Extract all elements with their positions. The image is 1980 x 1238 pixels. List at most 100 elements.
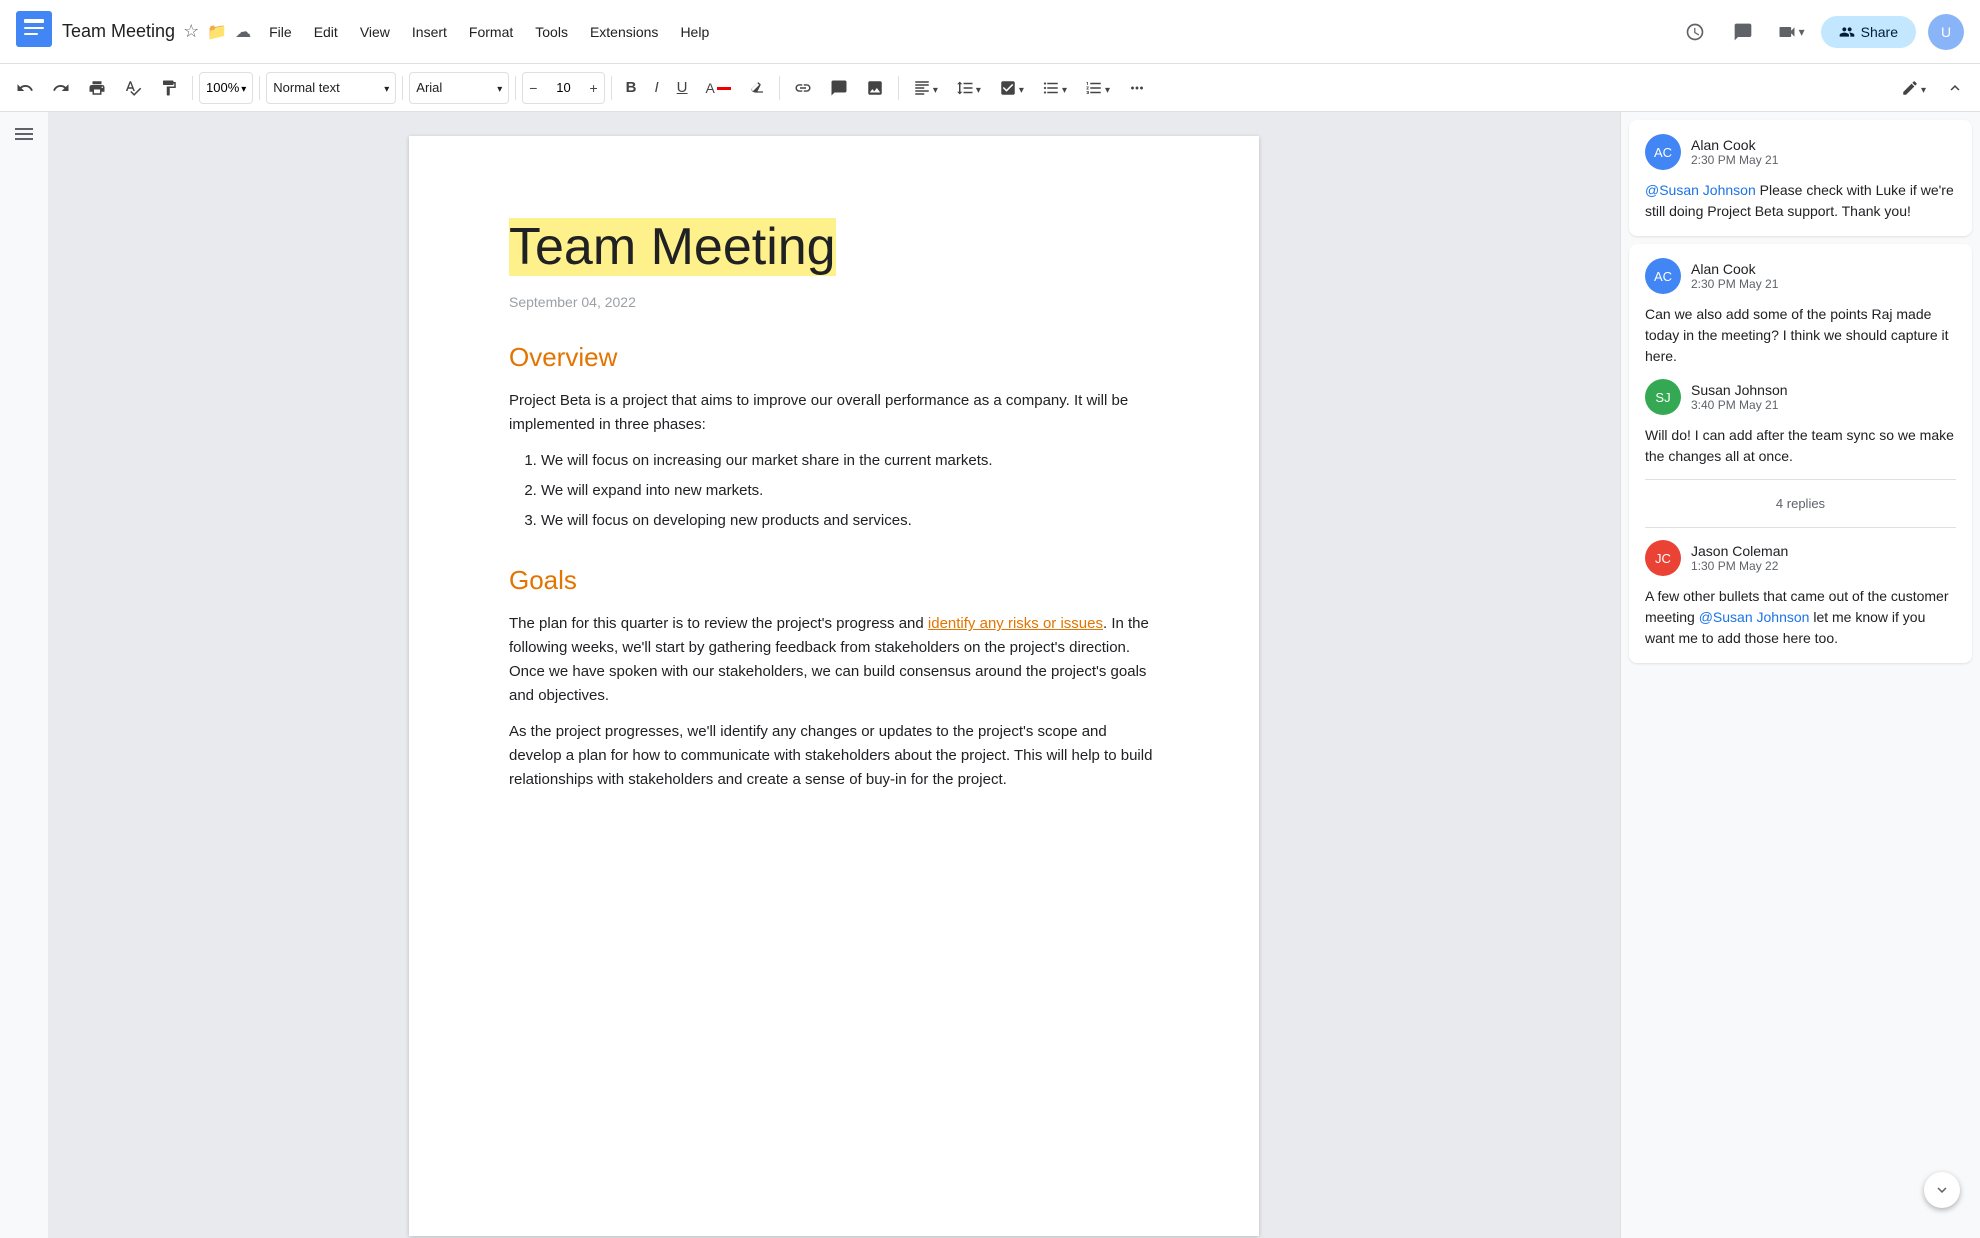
- font-size-area: − +: [522, 72, 604, 104]
- comment-1-body: @Susan Johnson Please check with Luke if…: [1645, 180, 1956, 222]
- document-heading: Team Meeting: [509, 216, 1159, 278]
- meet-icon[interactable]: ▾: [1773, 14, 1809, 50]
- goals-highlight-text: identify any risks or issues: [928, 615, 1103, 632]
- folder-icon[interactable]: 📁: [207, 22, 227, 42]
- numbered-list-button[interactable]: [1077, 72, 1118, 104]
- scroll-to-bottom-button[interactable]: [1924, 1172, 1960, 1208]
- paragraph-style-label: Normal text: [273, 80, 380, 95]
- print-button[interactable]: [80, 72, 114, 104]
- bullet-chevron: [1062, 80, 1067, 96]
- reply-jason-header: JC Jason Coleman 1:30 PM May 22: [1645, 540, 1956, 576]
- app-icon: [16, 11, 52, 52]
- comment-2-avatar: AC: [1645, 258, 1681, 294]
- paragraph-chevron: [384, 80, 389, 95]
- undo-button[interactable]: [8, 72, 42, 104]
- menu-bar: File Edit View Insert Format Tools Exten…: [259, 18, 719, 46]
- line-spacing-button[interactable]: [948, 72, 989, 104]
- menu-insert[interactable]: Insert: [402, 18, 457, 46]
- menu-help[interactable]: Help: [670, 18, 719, 46]
- toolbar: 100% Normal text Arial − + B I U A: [0, 64, 1980, 112]
- share-label: Share: [1861, 24, 1898, 40]
- hamburger-icon[interactable]: [11, 124, 37, 144]
- toolbar-divider-7: [898, 76, 899, 100]
- goals-heading: Goals: [509, 565, 1159, 596]
- text-color-button[interactable]: A: [698, 72, 739, 104]
- comment-divider: [1645, 479, 1956, 480]
- font-label: Arial: [416, 80, 493, 95]
- font-selector[interactable]: Arial: [409, 72, 509, 104]
- menu-tools[interactable]: Tools: [525, 18, 578, 46]
- checklist-chevron: [1019, 80, 1024, 96]
- reply-susan-author: Susan Johnson: [1691, 382, 1788, 398]
- reply-susan-avatar: SJ: [1645, 379, 1681, 415]
- reply-jason-avatar: JC: [1645, 540, 1681, 576]
- font-size-decrease-button[interactable]: −: [523, 72, 543, 104]
- edit-mode-button[interactable]: [1893, 72, 1934, 104]
- comment-divider-2: [1645, 527, 1956, 528]
- toolbar-divider-6: [779, 76, 780, 100]
- overview-body: Project Beta is a project that aims to i…: [509, 389, 1159, 533]
- history-icon[interactable]: [1677, 14, 1713, 50]
- comments-icon[interactable]: [1725, 14, 1761, 50]
- paragraph-style-selector[interactable]: Normal text: [266, 72, 396, 104]
- menu-file[interactable]: File: [259, 18, 302, 46]
- comments-panel: AC Alan Cook 2:30 PM May 21 @Susan Johns…: [1620, 112, 1980, 1238]
- font-size-input[interactable]: [545, 80, 581, 95]
- paint-format-button[interactable]: [152, 72, 186, 104]
- share-button[interactable]: Share: [1821, 16, 1916, 48]
- replies-count[interactable]: 4 replies: [1645, 492, 1956, 515]
- document-date: September 04, 2022: [509, 294, 1159, 310]
- hide-toolbar-button[interactable]: [1938, 72, 1972, 104]
- highlight-color-button[interactable]: [741, 72, 773, 104]
- link-button[interactable]: [786, 72, 820, 104]
- add-comment-button[interactable]: [822, 72, 856, 104]
- menu-view[interactable]: View: [350, 18, 400, 46]
- menu-extensions[interactable]: Extensions: [580, 18, 668, 46]
- insert-image-button[interactable]: [858, 72, 892, 104]
- spell-check-button[interactable]: [116, 72, 150, 104]
- goals-body: The plan for this quarter is to review t…: [509, 612, 1159, 792]
- toolbar-divider-1: [192, 76, 193, 100]
- comment-1-mention: @Susan Johnson: [1645, 182, 1756, 198]
- edit-mode-chevron: [1921, 80, 1926, 96]
- comment-1-time: 2:30 PM May 21: [1691, 153, 1778, 167]
- alignment-button[interactable]: [905, 72, 946, 104]
- overview-heading: Overview: [509, 342, 1159, 373]
- goals-paragraph-1: The plan for this quarter is to review t…: [509, 612, 1159, 708]
- doc-title-area: Team Meeting ☆ 📁 ☁: [62, 21, 251, 42]
- italic-button[interactable]: I: [647, 72, 667, 104]
- toolbar-divider-3: [402, 76, 403, 100]
- user-avatar[interactable]: U: [1928, 14, 1964, 50]
- checklist-button[interactable]: [991, 72, 1032, 104]
- reply-susan-header: SJ Susan Johnson 3:40 PM May 21: [1645, 379, 1956, 415]
- document-title[interactable]: Team Meeting: [62, 21, 175, 42]
- reply-jason-meta: Jason Coleman 1:30 PM May 22: [1691, 543, 1788, 573]
- bold-button[interactable]: B: [618, 72, 645, 104]
- more-options-button[interactable]: [1120, 72, 1154, 104]
- comment-2-author: Alan Cook: [1691, 261, 1778, 277]
- sidebar-toggle[interactable]: [0, 112, 48, 1238]
- document-area: Team Meeting September 04, 2022 Overview…: [48, 112, 1620, 1238]
- comment-card-2: AC Alan Cook 2:30 PM May 21 Can we also …: [1629, 244, 1972, 663]
- menu-edit[interactable]: Edit: [304, 18, 348, 46]
- comment-1-meta: Alan Cook 2:30 PM May 21: [1691, 137, 1778, 167]
- zoom-selector[interactable]: 100%: [199, 72, 253, 104]
- bullet-list-button[interactable]: [1034, 72, 1075, 104]
- line-spacing-chevron: [976, 80, 981, 96]
- comment-2-time: 2:30 PM May 21: [1691, 277, 1778, 291]
- toolbar-divider-4: [515, 76, 516, 100]
- font-size-increase-button[interactable]: +: [583, 72, 603, 104]
- reply-jason-time: 1:30 PM May 22: [1691, 559, 1788, 573]
- main-layout: Team Meeting September 04, 2022 Overview…: [0, 112, 1980, 1238]
- overview-paragraph: Project Beta is a project that aims to i…: [509, 389, 1159, 437]
- cloud-icon[interactable]: ☁: [235, 22, 251, 42]
- alignment-chevron: [933, 80, 938, 96]
- menu-format[interactable]: Format: [459, 18, 523, 46]
- reply-jason-body: A few other bullets that came out of the…: [1645, 586, 1956, 649]
- underline-button[interactable]: U: [669, 72, 696, 104]
- comment-2-body: Can we also add some of the points Raj m…: [1645, 304, 1956, 367]
- redo-button[interactable]: [44, 72, 78, 104]
- goals-text-before-highlight: The plan for this quarter is to review t…: [509, 615, 928, 632]
- goals-paragraph-2: As the project progresses, we'll identif…: [509, 720, 1159, 792]
- star-icon[interactable]: ☆: [183, 21, 199, 42]
